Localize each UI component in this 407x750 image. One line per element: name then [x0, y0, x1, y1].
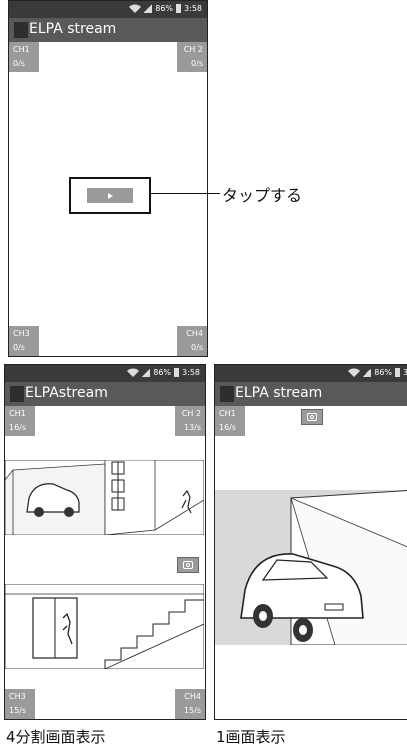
ch1-label: CH1 16/s: [215, 406, 245, 436]
ch4-name: CH4: [186, 329, 203, 338]
camera-view-single[interactable]: [215, 490, 407, 645]
caption-quad: 4分割画面表示: [6, 728, 106, 746]
camera-icon[interactable]: [177, 557, 199, 573]
signal-icon: [142, 368, 151, 377]
callout-line: [150, 193, 220, 194]
ch1-label: CH1 16/s: [5, 406, 35, 436]
play-button[interactable]: [87, 188, 133, 203]
ch2-label: CH 2 13/s: [175, 406, 205, 436]
caption-single: 1画面表示: [216, 728, 286, 746]
ch3-label: CH3 15/s: [5, 689, 35, 719]
ch4-label: CH4 15/s: [175, 689, 205, 719]
phone-screen-single: 86% 3:58 ELPA stream CH1 16/s: [214, 364, 407, 720]
ch1-rate: 16/s: [219, 423, 237, 432]
ch3-rate: 15/s: [9, 706, 27, 715]
battery-icon: [395, 368, 401, 377]
ch3-rate: 0/s: [13, 343, 25, 352]
app-title-bar: ELPA stream: [9, 18, 207, 42]
app-icon: [14, 22, 28, 38]
battery-text: 86%: [153, 368, 172, 377]
ch1-rate: 16/s: [9, 423, 27, 432]
ch2-name: CH 2: [183, 45, 203, 54]
wifi-icon: [129, 4, 142, 13]
app-title: ELPAstream: [25, 385, 108, 401]
ch3-name: CH3: [13, 329, 30, 338]
phone-screen-quad: 86% 3:58 ELPAstream CH1 16/s CH 2 13/s C…: [4, 364, 206, 720]
ch4-rate: 0/s: [191, 343, 203, 352]
app-icon: [10, 386, 24, 402]
status-bar: 86% 3:58: [5, 365, 205, 382]
ch4-label: CH4 0/s: [177, 326, 207, 356]
phone-screen-top: 86% 3:58 ELPA stream CH1 0/s CH 2 0/s CH…: [8, 0, 208, 357]
callout-text: タップする: [222, 186, 303, 205]
clock: 3:58: [184, 4, 202, 13]
play-icon: [108, 192, 113, 199]
ch2-rate: 13/s: [183, 423, 201, 432]
wifi-icon: [127, 368, 140, 377]
battery-text: 86%: [374, 368, 393, 377]
app-icon: [220, 386, 234, 402]
ch1-label: CH1 0/s: [9, 42, 39, 72]
clock: 3:58: [182, 368, 200, 377]
wifi-icon: [348, 368, 361, 377]
ch3-label: CH3 0/s: [9, 326, 39, 356]
signal-icon: [144, 4, 153, 13]
ch1-name: CH1: [219, 409, 236, 418]
ch2-name: CH 2: [181, 409, 201, 418]
ch2-rate: 0/s: [191, 59, 203, 68]
app-title: ELPA stream: [235, 385, 323, 401]
ch2-label: CH 2 0/s: [177, 42, 207, 72]
ch1-name: CH1: [9, 409, 26, 418]
ch1-rate: 0/s: [13, 59, 25, 68]
app-title-bar: ELPAstream: [5, 382, 205, 406]
camera-view-stairs[interactable]: [5, 584, 204, 669]
play-button-highlight: [69, 177, 151, 214]
battery-icon: [176, 4, 182, 13]
clock: 3:58: [403, 368, 407, 377]
app-title: ELPA stream: [29, 21, 117, 37]
app-title-bar: ELPA stream: [215, 382, 407, 406]
battery-icon: [174, 368, 180, 377]
status-bar: 86% 3:58: [215, 365, 407, 382]
battery-text: 86%: [155, 4, 174, 13]
camera-view-street[interactable]: [5, 460, 204, 535]
ch1-name: CH1: [13, 45, 30, 54]
camera-icon[interactable]: [301, 409, 323, 425]
ch4-name: CH4: [184, 692, 201, 701]
ch3-name: CH3: [9, 692, 26, 701]
signal-icon: [363, 368, 372, 377]
status-bar: 86% 3:58: [9, 1, 207, 18]
ch4-rate: 15/s: [183, 706, 201, 715]
